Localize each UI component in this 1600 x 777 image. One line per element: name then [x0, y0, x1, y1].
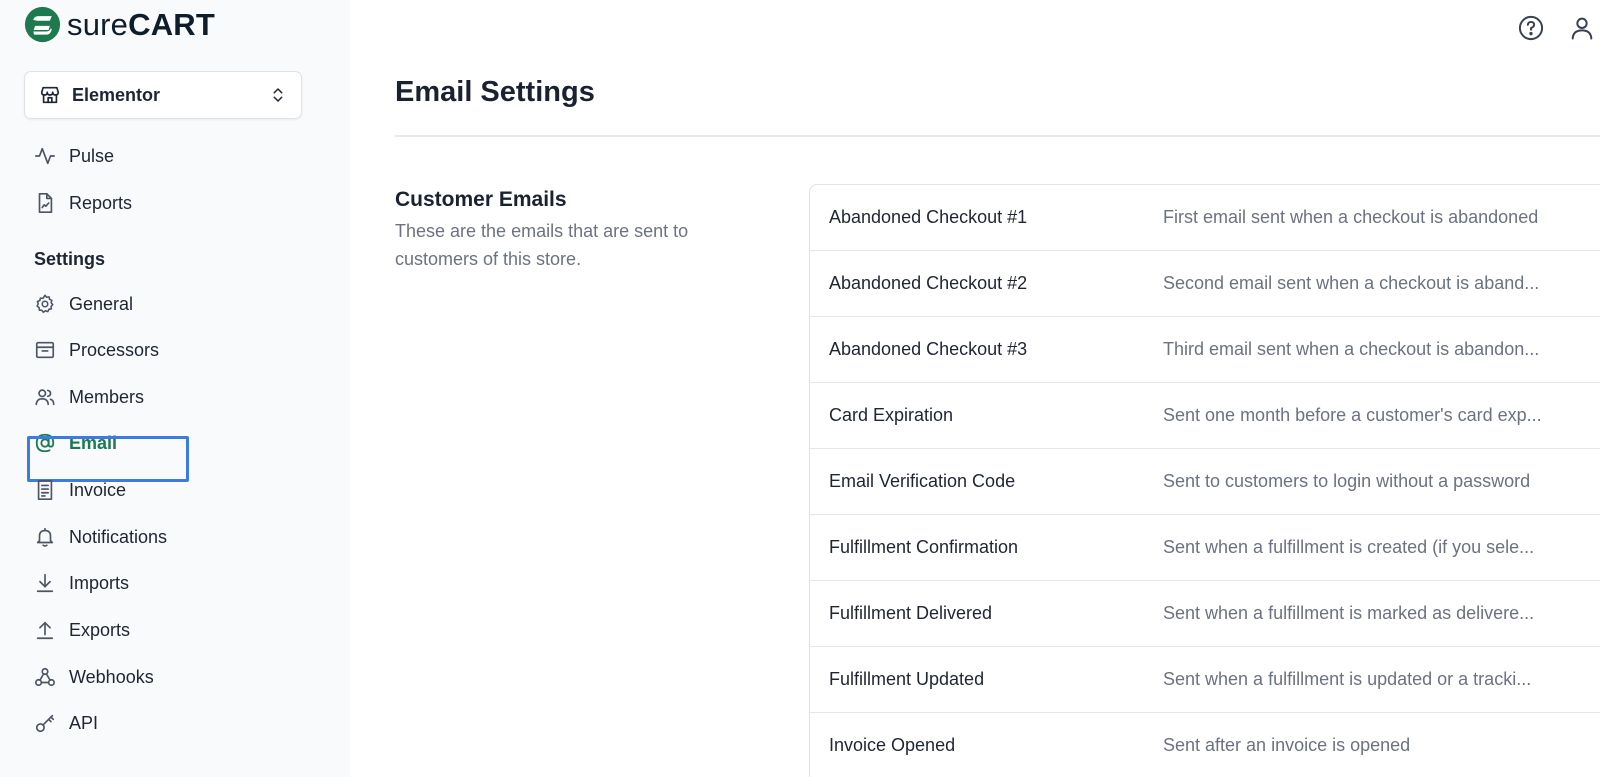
members-icon: [34, 386, 56, 408]
sidebar-item-label: Imports: [69, 572, 130, 593]
sidebar-item-label: Reports: [69, 192, 133, 213]
invoice-icon: [34, 479, 56, 501]
email-description: Sent to customers to login without a pas…: [1163, 471, 1531, 491]
sidebar-item-general[interactable]: General: [34, 289, 133, 319]
page-title: Email Settings: [395, 76, 595, 108]
surecart-logo[interactable]: sureCART: [24, 4, 215, 44]
sidebar-item-label: Webhooks: [69, 666, 154, 687]
email-name: Fulfillment Delivered: [829, 603, 993, 623]
sidebar-item-imports[interactable]: Imports: [34, 568, 129, 598]
sidebar-item-label: Processors: [69, 339, 160, 360]
user-icon[interactable]: [1568, 14, 1596, 42]
gear-icon: [34, 293, 56, 315]
settings-heading: Settings: [34, 249, 106, 269]
email-row-abandoned-checkout-3[interactable]: Abandoned Checkout #3 Third email sent w…: [810, 317, 1600, 383]
sidebar-item-label: General: [69, 293, 134, 314]
email-name: Abandoned Checkout #2: [829, 273, 1028, 293]
sidebar-item-label: Email: [69, 432, 118, 453]
email-description: Sent when a fulfillment is marked as del…: [1163, 603, 1535, 623]
key-icon: [34, 712, 56, 734]
reports-icon: [34, 192, 56, 214]
email-row-fulfillment-updated[interactable]: Fulfillment Updated Sent when a fulfillm…: [810, 647, 1600, 713]
sidebar-item-label: Invoice: [69, 479, 127, 500]
email-row-fulfillment-confirmation[interactable]: Fulfillment Confirmation Sent when a ful…: [810, 515, 1600, 581]
email-name: Invoice Opened: [829, 735, 956, 755]
section-title: Customer Emails: [395, 188, 567, 211]
email-description: Second email sent when a checkout is aba…: [1163, 273, 1540, 293]
help-icon[interactable]: [1517, 14, 1545, 42]
email-row-abandoned-checkout-1[interactable]: Abandoned Checkout #1 First email sent w…: [810, 185, 1600, 251]
export-icon: [34, 619, 56, 641]
surecart-wordmark: sureCART: [67, 6, 216, 42]
email-row-card-expiration[interactable]: Card Expiration Sent one month before a …: [810, 383, 1600, 449]
email-description: Sent when a fulfillment is created (if y…: [1163, 537, 1535, 557]
sidebar-item-notifications[interactable]: Notifications: [34, 522, 167, 552]
sidebar-item-label: Notifications: [69, 526, 168, 547]
email-name: Abandoned Checkout #1: [829, 207, 1028, 227]
sidebar-item-label: Members: [69, 386, 145, 407]
email-row-invoice-opened[interactable]: Invoice Opened Sent after an invoice is …: [810, 713, 1600, 777]
section-description: These are the emails that are sent to cu…: [395, 221, 689, 269]
sidebar-item-pulse[interactable]: Pulse: [34, 141, 114, 171]
import-icon: [34, 572, 56, 594]
email-description: Sent when a fulfillment is updated or a …: [1163, 669, 1532, 689]
surecart-logo-icon: [24, 6, 61, 42]
webhooks-icon: [34, 666, 56, 688]
sidebar-item-reports[interactable]: Reports: [34, 188, 132, 218]
email-row-abandoned-checkout-2[interactable]: Abandoned Checkout #2 Second email sent …: [810, 251, 1600, 317]
email-name: Card Expiration: [829, 405, 954, 425]
email-name: Abandoned Checkout #3: [829, 339, 1028, 359]
sidebar-item-label: API: [69, 712, 99, 733]
email-description: First email sent when a checkout is aban…: [1163, 207, 1539, 227]
bell-icon: [34, 526, 56, 548]
store-name: Elementor: [72, 84, 161, 105]
email-description: Sent after an invoice is opened: [1163, 735, 1411, 755]
sidebar-item-label: Pulse: [69, 145, 115, 166]
email-row-fulfillment-delivered[interactable]: Fulfillment Delivered Sent when a fulfil…: [810, 581, 1600, 647]
email-description: Sent one month before a customer's card …: [1163, 405, 1542, 425]
sidebar-item-email[interactable]: Email: [34, 428, 117, 458]
email-name: Email Verification Code: [829, 471, 1016, 491]
sidebar-item-members[interactable]: Members: [34, 382, 144, 412]
pulse-icon: [34, 145, 56, 167]
email-list: Abandoned Checkout #1 First email sent w…: [809, 184, 1600, 777]
chevron-up-down-icon: [273, 88, 283, 102]
title-divider: [395, 135, 1600, 137]
sidebar-item-webhooks[interactable]: Webhooks: [34, 662, 154, 692]
store-icon: [40, 86, 60, 104]
processors-icon: [34, 339, 56, 361]
email-name: Fulfillment Updated: [829, 669, 985, 689]
sidebar: sureCART Elementor Pulse Reports Setting…: [0, 0, 350, 777]
at-icon: [34, 432, 56, 454]
sidebar-item-invoice[interactable]: Invoice: [34, 475, 126, 505]
sidebar-item-api[interactable]: API: [34, 708, 98, 738]
email-description: Third email sent when a checkout is aban…: [1163, 339, 1540, 359]
sidebar-item-exports[interactable]: Exports: [34, 615, 130, 645]
sidebar-item-processors[interactable]: Processors: [34, 335, 159, 365]
store-switcher[interactable]: Elementor: [24, 71, 302, 119]
email-row-email-verification-code[interactable]: Email Verification Code Sent to customer…: [810, 449, 1600, 515]
email-name: Fulfillment Confirmation: [829, 537, 1019, 557]
sidebar-item-label: Exports: [69, 619, 131, 640]
